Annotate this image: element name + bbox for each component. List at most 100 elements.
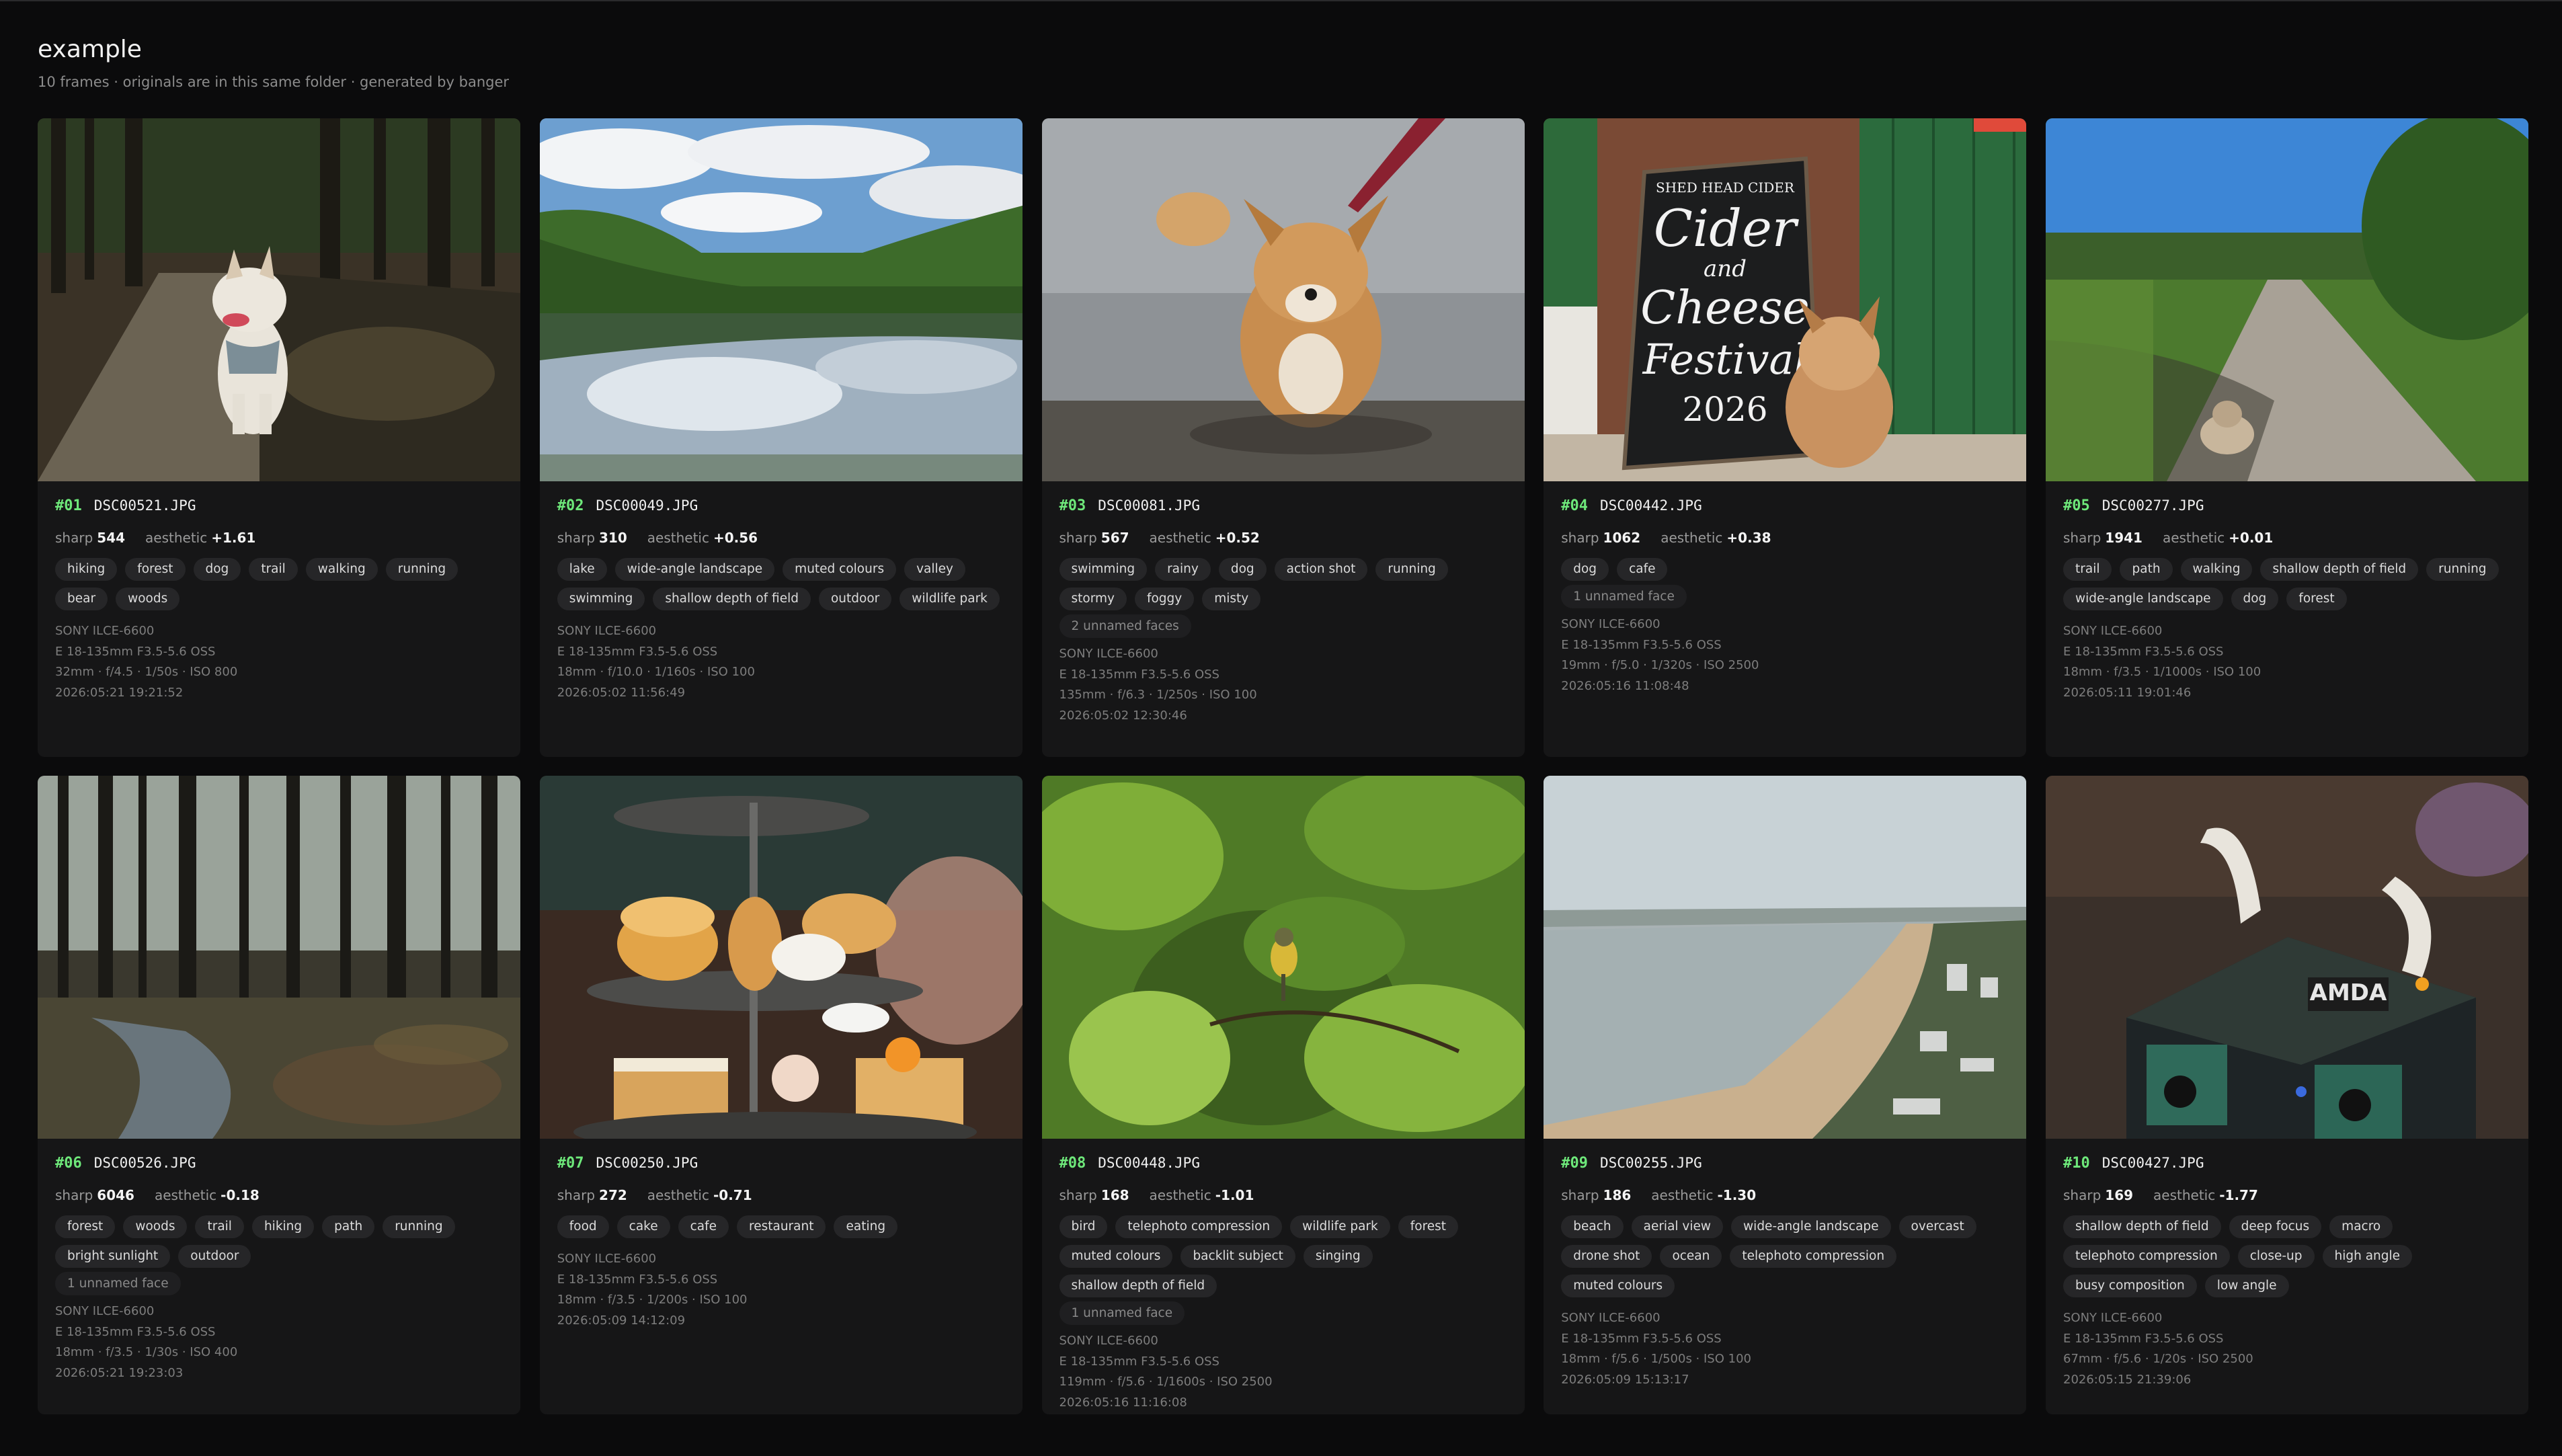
tag-chip[interactable]: swimming xyxy=(1059,558,1148,581)
photo-thumbnail[interactable]: AMDA xyxy=(2046,776,2528,1139)
tag-chip[interactable]: wildlife park xyxy=(1290,1215,1390,1238)
tag-chip[interactable]: forest xyxy=(1398,1215,1459,1238)
exposure-settings: 18mm · f/3.5 · 1/200s · ISO 100 xyxy=(557,1293,748,1307)
tag-chip[interactable]: busy composition xyxy=(2063,1275,2197,1297)
photo-card[interactable]: #02 DSC00049.JPG sharp 310 aesthetic +0.56 l… xyxy=(539,118,1023,757)
photo-thumbnail[interactable] xyxy=(38,776,520,1139)
sharpness-score: sharp 1941 xyxy=(2063,530,2143,546)
tag-chip[interactable]: telephoto compression xyxy=(1115,1215,1283,1238)
tag-chip[interactable]: running xyxy=(385,558,458,581)
tag-chip[interactable]: running xyxy=(1375,558,1448,581)
photo-card[interactable]: AMDA #10 DSC00427.JPG sharp 169 aesthetic -1… xyxy=(2046,776,2528,1414)
tag-chip[interactable]: drone shot xyxy=(1561,1245,1652,1268)
lens-model: E 18-135mm F3.5-5.6 OSS xyxy=(2063,1331,2224,1346)
tag-chip[interactable]: muted colours xyxy=(783,558,897,581)
tag-chip[interactable]: forest xyxy=(125,558,186,581)
tag-chip[interactable]: shallow depth of field xyxy=(1059,1275,1217,1297)
aesthetic-score: aesthetic -0.71 xyxy=(647,1187,752,1203)
tag-chip[interactable]: path xyxy=(2120,558,2173,581)
tag-chip[interactable]: woods xyxy=(123,1215,188,1238)
tag-chip[interactable]: eating xyxy=(834,1215,898,1238)
tag-chip[interactable]: aerial view xyxy=(1631,1215,1724,1238)
tag-chip[interactable]: close-up xyxy=(2237,1245,2315,1268)
tag-chip[interactable]: telephoto compression xyxy=(2063,1245,2230,1268)
tag-chip[interactable]: woods xyxy=(116,588,180,610)
tag-chip[interactable]: running xyxy=(383,1215,455,1238)
tag-chip[interactable]: hiking xyxy=(251,1215,315,1238)
tag-chip[interactable]: trail xyxy=(2063,558,2112,581)
tag-chip[interactable]: restaurant xyxy=(737,1215,826,1238)
tag-chip[interactable]: lake xyxy=(557,558,607,581)
tag-chip[interactable]: wide-angle landscape xyxy=(614,558,775,581)
tag-chip[interactable]: telephoto compression xyxy=(1730,1245,1897,1268)
tag-chip[interactable]: deep focus xyxy=(2229,1215,2322,1238)
photo-thumbnail[interactable] xyxy=(1041,118,1525,481)
tag-chip[interactable]: cafe xyxy=(1617,558,1668,581)
photo-card[interactable]: #07 DSC00250.JPG sharp 272 aesthetic -0.71 f… xyxy=(539,776,1023,1414)
tag-chip[interactable]: outdoor xyxy=(818,588,892,610)
tag-chip[interactable]: foggy xyxy=(1134,588,1195,610)
tag-chip[interactable]: swimming xyxy=(557,588,645,610)
tag-chip[interactable]: macro xyxy=(2329,1215,2393,1238)
photo-card[interactable]: SHED HEAD CIDER Cider and Cheese Festiva… xyxy=(1544,118,2027,757)
tag-chip[interactable]: trail xyxy=(249,558,298,581)
tag-chip[interactable]: beach xyxy=(1561,1215,1624,1238)
tag-chip[interactable]: action shot xyxy=(1274,558,1368,581)
tag-chip[interactable]: path xyxy=(322,1215,375,1238)
tag-chip[interactable]: overcast xyxy=(1898,1215,1976,1238)
tag-chip[interactable]: singing xyxy=(1303,1245,1373,1268)
tag-chip[interactable]: shallow depth of field xyxy=(653,588,811,610)
tag-chip[interactable]: cafe xyxy=(678,1215,729,1238)
tag-chip[interactable]: shallow depth of field xyxy=(2260,558,2419,581)
svg-text:SHED HEAD CIDER: SHED HEAD CIDER xyxy=(1656,179,1795,196)
tag-chip[interactable]: dog xyxy=(1218,558,1267,581)
tag-chip[interactable]: wide-angle landscape xyxy=(2063,588,2223,610)
photo-thumbnail[interactable] xyxy=(1544,776,2027,1139)
tag-chip[interactable]: shallow depth of field xyxy=(2063,1215,2221,1238)
sharpness-score: sharp 169 xyxy=(2063,1187,2134,1203)
camera-model: SONY ILCE-6600 xyxy=(557,624,657,638)
photo-thumbnail[interactable] xyxy=(539,776,1023,1139)
photo-card[interactable]: #05 DSC00277.JPG sharp 1941 aesthetic +0.01 … xyxy=(2046,118,2528,757)
tag-chip[interactable]: food xyxy=(557,1215,609,1238)
tag-chip[interactable]: high angle xyxy=(2322,1245,2413,1268)
tag-chip[interactable]: forest xyxy=(2286,588,2347,610)
tag-chip[interactable]: walking xyxy=(2180,558,2253,581)
tag-chip[interactable]: muted colours xyxy=(1059,1245,1173,1268)
tag-chip[interactable]: muted colours xyxy=(1561,1275,1675,1297)
tag-chip[interactable]: dog xyxy=(2231,588,2279,610)
photo-thumbnail[interactable] xyxy=(2046,118,2528,481)
photo-card[interactable]: #09 DSC00255.JPG sharp 186 aesthetic -1.30 b… xyxy=(1544,776,2027,1414)
tag-chip[interactable]: outdoor xyxy=(178,1245,251,1268)
tag-chip[interactable]: misty xyxy=(1202,588,1261,610)
photo-card[interactable]: #06 DSC00526.JPG sharp 6046 aesthetic -0.18 … xyxy=(38,776,520,1414)
photo-card[interactable]: #01 DSC00521.JPG sharp 544 aesthetic +1.61 h… xyxy=(38,118,520,757)
tag-chip[interactable]: wildlife park xyxy=(899,588,1000,610)
tag-chip[interactable]: hiking xyxy=(55,558,118,581)
tag-chip[interactable]: cake xyxy=(616,1215,670,1238)
tag-chip[interactable]: bird xyxy=(1059,1215,1108,1238)
tag-chip[interactable]: trail xyxy=(195,1215,244,1238)
tag-chip[interactable]: stormy xyxy=(1059,588,1127,610)
photo-thumbnail[interactable] xyxy=(38,118,520,481)
tag-chip[interactable]: running xyxy=(2426,558,2499,581)
exif-meta: SONY ILCE-6600 E 18-135mm F3.5-5.6 OSS 1… xyxy=(557,1249,1005,1331)
tag-chip[interactable]: forest xyxy=(55,1215,116,1238)
tag-chip[interactable]: rainy xyxy=(1155,558,1211,581)
photo-thumbnail[interactable]: SHED HEAD CIDER Cider and Cheese Festiva… xyxy=(1544,118,2027,481)
tag-chip[interactable]: low angle xyxy=(2204,1275,2289,1297)
tag-chip[interactable]: ocean xyxy=(1660,1245,1722,1268)
tag-chip[interactable]: dog xyxy=(1561,558,1609,581)
lens-model: E 18-135mm F3.5-5.6 OSS xyxy=(1561,637,1722,652)
photo-thumbnail[interactable] xyxy=(539,118,1023,481)
tag-chip[interactable]: valley xyxy=(904,558,966,581)
photo-card[interactable]: #03 DSC00081.JPG sharp 567 aesthetic +0.52 s… xyxy=(1041,118,1525,757)
tag-chip[interactable]: wide-angle landscape xyxy=(1731,1215,1891,1238)
tag-chip[interactable]: walking xyxy=(305,558,378,581)
tag-chip[interactable]: bear xyxy=(55,588,108,610)
tag-chip[interactable]: dog xyxy=(193,558,241,581)
photo-card[interactable]: #08 DSC00448.JPG sharp 168 aesthetic -1.01 b… xyxy=(1041,776,1525,1414)
tag-chip[interactable]: backlit subject xyxy=(1180,1245,1295,1268)
tag-chip[interactable]: bright sunlight xyxy=(55,1245,171,1268)
photo-thumbnail[interactable] xyxy=(1041,776,1525,1139)
